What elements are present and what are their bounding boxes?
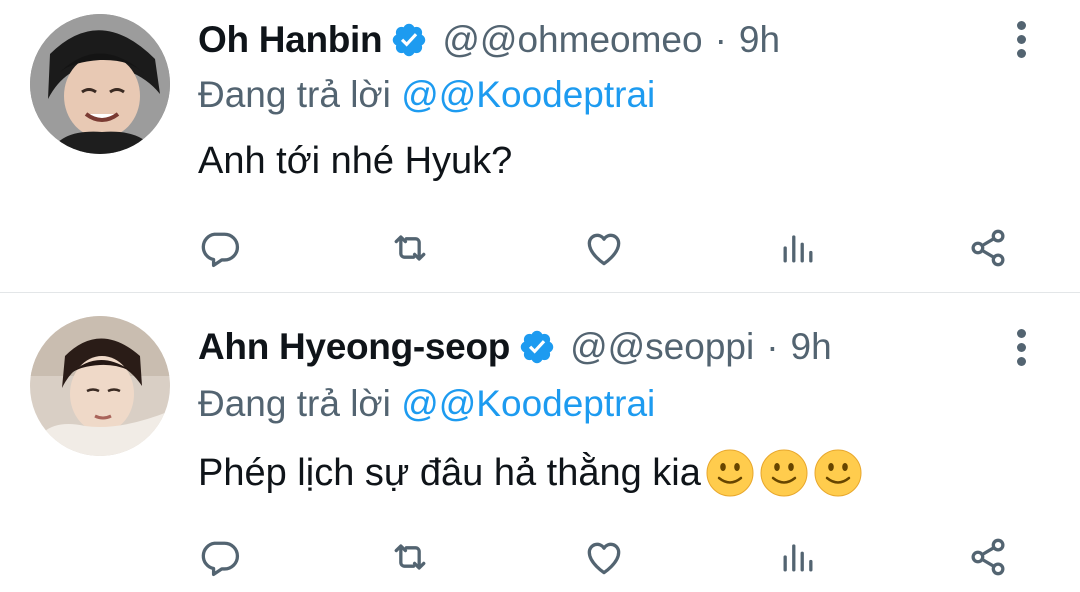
heart-icon[interactable] <box>582 535 626 579</box>
tweet-text-content: Phép lịch sự đâu hả thằng kia <box>198 451 701 494</box>
author-handle[interactable]: @@seoppi <box>570 326 754 368</box>
separator: · <box>766 326 779 367</box>
reply-icon[interactable] <box>198 535 242 579</box>
tweet-feed: Oh Hanbin @@ohmeomeo · 9h Đang trả lời @… <box>0 0 1080 592</box>
replying-to: Đang trả lời @@Koodeptrai <box>198 383 655 425</box>
slightly-smiling-face-icon <box>705 448 755 498</box>
verified-badge-icon <box>518 328 556 366</box>
tweet[interactable]: Ahn Hyeong-seop @@seoppi · 9h Đang trả l… <box>0 293 1080 592</box>
share-icon[interactable] <box>966 535 1010 579</box>
author-handle[interactable]: @@ohmeomeo <box>442 19 702 61</box>
avatar[interactable] <box>30 316 170 456</box>
mention-link[interactable]: @@Koodeptrai <box>401 74 655 115</box>
replying-prefix: Đang trả lời <box>198 74 402 115</box>
verified-badge-icon <box>390 21 428 59</box>
analytics-icon[interactable] <box>776 535 820 579</box>
mention-link[interactable]: @@Koodeptrai <box>401 383 655 424</box>
avatar[interactable] <box>30 14 170 154</box>
author-name[interactable]: Oh Hanbin <box>198 19 383 61</box>
tweet[interactable]: Oh Hanbin @@ohmeomeo · 9h Đang trả lời @… <box>0 0 1080 292</box>
retweet-icon[interactable] <box>388 535 432 579</box>
replying-prefix: Đang trả lời <box>198 383 402 424</box>
share-icon[interactable] <box>966 226 1010 270</box>
tweet-header: Oh Hanbin @@ohmeomeo · 9h <box>198 14 780 66</box>
tweet-header: Ahn Hyeong-seop @@seoppi · 9h <box>198 321 832 373</box>
slightly-smiling-face-icon <box>813 448 863 498</box>
replying-to: Đang trả lời @@Koodeptrai <box>198 74 655 116</box>
more-vertical-icon[interactable] <box>1006 9 1036 69</box>
timestamp[interactable]: 9h <box>739 19 780 61</box>
slightly-smiling-face-icon <box>759 448 809 498</box>
tweet-text: Anh tới nhé Hyuk? <box>198 140 512 183</box>
tweet-text: Phép lịch sự đâu hả thằng kia <box>198 448 863 498</box>
separator: · <box>714 19 727 60</box>
author-name[interactable]: Ahn Hyeong-seop <box>198 326 510 368</box>
more-vertical-icon[interactable] <box>1006 317 1036 377</box>
heart-icon[interactable] <box>582 226 626 270</box>
action-bar <box>0 525 1080 585</box>
timestamp[interactable]: 9h <box>791 326 832 368</box>
tweet-text-content: Anh tới nhé Hyuk? <box>198 140 513 182</box>
retweet-icon[interactable] <box>388 226 432 270</box>
analytics-icon[interactable] <box>776 226 820 270</box>
action-bar <box>0 216 1080 276</box>
reply-icon[interactable] <box>198 226 242 270</box>
